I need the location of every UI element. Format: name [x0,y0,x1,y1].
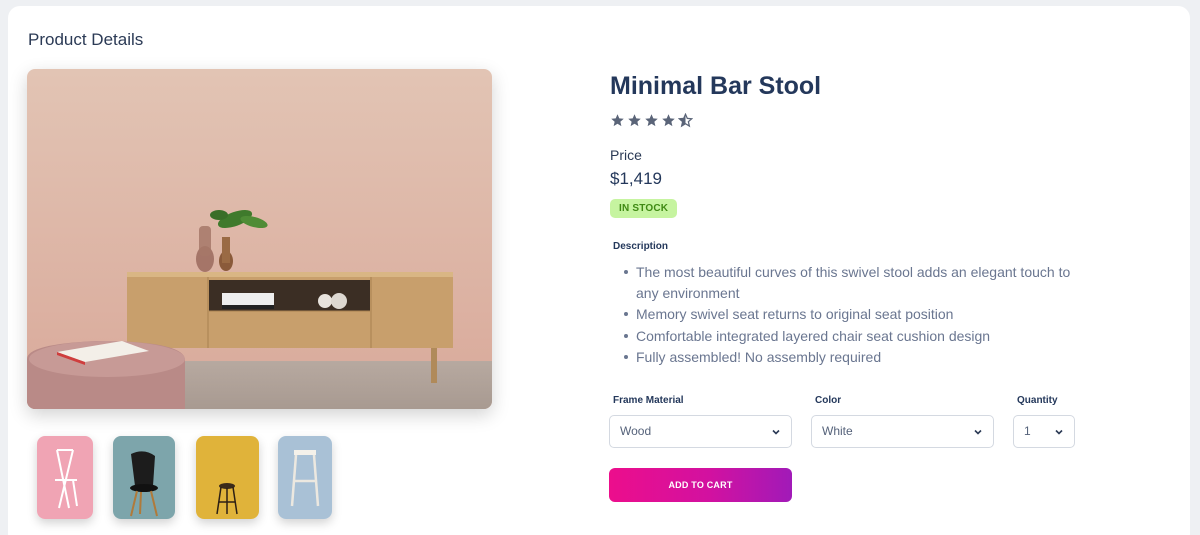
chevron-down-icon [771,416,781,450]
price-label: Price [610,147,642,163]
star-icon [645,114,658,127]
add-to-cart-button[interactable]: ADD TO CART [609,468,792,502]
price-value: $1,419 [610,169,662,188]
stock-badge: IN STOCK [610,199,678,218]
star-rating [610,113,693,128]
star-icon [662,114,675,127]
thumbnail-folding-chair[interactable] [37,436,93,519]
description-list: The most beautiful curves of this swivel… [624,262,1086,368]
star-half-icon [678,113,693,128]
product-title: Minimal Bar Stool [610,72,822,100]
list-item: Comfortable integrated layered chair sea… [624,326,1086,347]
chevron-down-icon [1054,416,1064,450]
quantity-value: 1 [1024,424,1031,438]
main-product-image [27,69,492,409]
star-icon [611,114,624,127]
thumbnail-shell-chair[interactable] [113,436,175,519]
list-item: Fully assembled! No assembly required [624,347,1086,368]
color-value: White [822,424,853,438]
quantity-label: Quantity [1017,395,1058,406]
color-select[interactable]: White [811,415,994,448]
frame-material-value: Wood [620,424,652,438]
thumbnail-white-stool[interactable] [278,436,332,519]
frame-material-select[interactable]: Wood [609,415,792,448]
quantity-select[interactable]: 1 [1013,415,1075,448]
list-item: Memory swivel seat returns to original s… [624,304,1086,325]
description-label: Description [613,241,669,252]
chevron-down-icon [973,416,983,450]
thumbnail-bar-stool[interactable] [196,436,259,519]
star-icon [628,114,641,127]
frame-material-label: Frame Material [613,395,684,406]
color-label: Color [815,395,842,406]
list-item: The most beautiful curves of this swivel… [624,262,1086,304]
section-title: Product Details [28,30,144,49]
